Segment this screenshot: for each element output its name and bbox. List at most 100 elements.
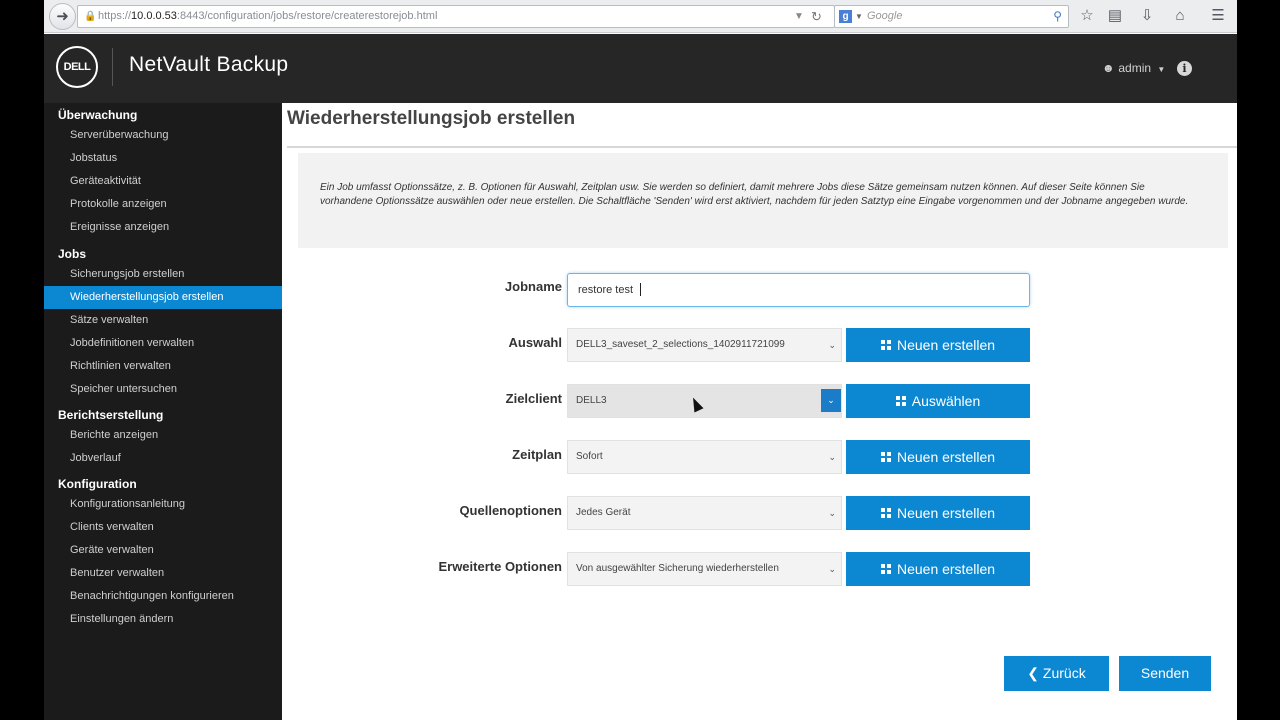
chevron-down-icon: ⌄: [828, 452, 836, 462]
sidebar-item-jobverlauf[interactable]: Jobverlauf: [44, 447, 282, 470]
title-divider: [287, 146, 1237, 148]
sidebar-item-einstellungen[interactable]: Einstellungen ändern: [44, 608, 282, 631]
app-header: DELL NetVault Backup ☻ admin ▼ i: [44, 34, 1237, 103]
grid-icon: [880, 340, 891, 351]
quellenoptionen-value: Jedes Gerät: [576, 507, 631, 518]
zielclient-value: DELL3: [576, 395, 607, 406]
search-input[interactable]: Google: [867, 6, 902, 27]
quellenoptionen-select[interactable]: Jedes Gerät ⌄: [567, 496, 842, 530]
zeitplan-value: Sofort: [576, 451, 603, 462]
sidebar: Überwachung Serverüberwachung Jobstatus …: [44, 103, 282, 720]
user-menu[interactable]: ☻ admin ▼: [1102, 61, 1165, 75]
grid-icon: [895, 396, 906, 407]
url-dropdown-icon[interactable]: ▼: [794, 5, 804, 28]
chevron-down-icon: ⌄: [828, 564, 836, 574]
button-label: Auswählen: [911, 393, 981, 409]
header-divider: [112, 48, 113, 86]
sidebar-item-ereignisse[interactable]: Ereignisse anzeigen: [44, 216, 282, 239]
auswahl-value: DELL3_saveset_2_selections_1402911721099: [576, 339, 785, 350]
zielclient-select-button[interactable]: Auswählen: [846, 384, 1030, 418]
zielclient-label: Zielclient: [505, 391, 562, 406]
sidebar-item-berichte[interactable]: Berichte anzeigen: [44, 424, 282, 447]
search-bar[interactable]: g ▼ Google ⚲: [834, 5, 1069, 28]
browser-window: ➜ 🔒 https://10.0.0.53:8443/configuration…: [44, 0, 1237, 720]
nav-section-title: Überwachung: [58, 108, 138, 122]
search-engine-icon[interactable]: g: [839, 10, 852, 23]
grid-icon: [880, 508, 891, 519]
sidebar-item-speicher[interactable]: Speicher untersuchen: [44, 378, 282, 401]
grid-icon: [880, 452, 891, 463]
menu-icon[interactable]: ☰: [1207, 5, 1229, 27]
nav-section-title: Konfiguration: [58, 477, 137, 491]
main-content: Wiederherstellungsjob erstellen Ein Job …: [282, 103, 1237, 720]
sidebar-item-geraete[interactable]: Geräte verwalten: [44, 539, 282, 562]
auswahl-create-button[interactable]: Neuen erstellen: [846, 328, 1030, 362]
page-title: Wiederherstellungsjob erstellen: [287, 108, 576, 129]
erweiterte-optionen-label: Erweiterte Optionen: [438, 559, 562, 574]
product-name: NetVault Backup: [129, 53, 289, 76]
lock-icon: 🔒: [84, 11, 97, 22]
zielclient-select[interactable]: DELL3 ⌄: [567, 384, 842, 418]
text-caret: [640, 283, 641, 296]
info-icon[interactable]: i: [1177, 61, 1192, 76]
chevron-down-icon: ⌄: [828, 508, 836, 518]
search-icon[interactable]: ⚲: [1053, 6, 1062, 27]
nav-section-title: Berichtserstellung: [58, 408, 164, 422]
jobname-input[interactable]: [567, 273, 1030, 307]
download-icon[interactable]: ⇩: [1136, 5, 1158, 27]
grid-icon: [880, 564, 891, 575]
button-label: Neuen erstellen: [896, 561, 996, 577]
zeitplan-select[interactable]: Sofort ⌄: [567, 440, 842, 474]
sidebar-item-protokolle[interactable]: Protokolle anzeigen: [44, 193, 282, 216]
url-prefix: https://: [98, 10, 132, 22]
auswahl-label: Auswahl: [508, 335, 562, 350]
sidebar-item-saetze[interactable]: Sätze verwalten: [44, 309, 282, 332]
caret-down-icon: ▼: [1157, 65, 1166, 74]
back-button[interactable]: ❮ Zurück: [1004, 656, 1109, 691]
chevron-left-icon: ❮: [1027, 665, 1043, 681]
chevron-down-icon: ⌄: [828, 340, 836, 350]
quellenoptionen-label: Quellenoptionen: [459, 503, 562, 518]
back-button-label: Zurück: [1042, 665, 1086, 681]
browser-toolbar: ➜ 🔒 https://10.0.0.53:8443/configuration…: [44, 0, 1237, 33]
button-label: Neuen erstellen: [896, 337, 996, 353]
dell-logo: DELL: [56, 46, 98, 88]
sidebar-item-konfigurationsanleitung[interactable]: Konfigurationsanleitung: [44, 493, 282, 516]
reload-icon[interactable]: ↻: [811, 5, 822, 28]
sidebar-item-wiederherstellungsjob[interactable]: Wiederherstellungsjob erstellen: [44, 286, 282, 309]
search-engine-dropdown-icon[interactable]: ▼: [855, 6, 863, 27]
button-label: Neuen erstellen: [896, 449, 996, 465]
info-text: Ein Job umfasst Optionssätze, z. B. Opti…: [320, 182, 1189, 207]
home-icon[interactable]: ⌂: [1169, 5, 1191, 27]
sidebar-item-clients[interactable]: Clients verwalten: [44, 516, 282, 539]
back-icon[interactable]: ➜: [49, 3, 76, 30]
url-bar[interactable]: 🔒 https://10.0.0.53:8443/configuration/j…: [77, 5, 835, 28]
button-label: Neuen erstellen: [896, 505, 996, 521]
sidebar-item-jobdefinitionen[interactable]: Jobdefinitionen verwalten: [44, 332, 282, 355]
star-icon[interactable]: ☆: [1076, 5, 1098, 27]
jobname-label: Jobname: [504, 279, 562, 294]
sidebar-item-jobstatus[interactable]: Jobstatus: [44, 147, 282, 170]
user-name: admin: [1118, 61, 1152, 75]
sidebar-item-richtlinien[interactable]: Richtlinien verwalten: [44, 355, 282, 378]
sidebar-item-sicherungsjob[interactable]: Sicherungsjob erstellen: [44, 263, 282, 286]
submit-button[interactable]: Senden: [1119, 656, 1211, 691]
nav-section-title: Jobs: [58, 247, 87, 261]
erweiterte-optionen-create-button[interactable]: Neuen erstellen: [846, 552, 1030, 586]
url-path: :8443/configuration/jobs/restore/creater…: [176, 10, 438, 22]
zeitplan-label: Zeitplan: [512, 447, 562, 462]
info-panel: Ein Job umfasst Optionssätze, z. B. Opti…: [298, 153, 1228, 248]
erweiterte-optionen-select[interactable]: Von ausgewählter Sicherung wiederherstel…: [567, 552, 842, 586]
bookmarks-icon[interactable]: ▤: [1104, 5, 1126, 27]
chevron-down-icon[interactable]: ⌄: [821, 389, 841, 412]
user-icon: ☻: [1102, 61, 1115, 75]
zeitplan-create-button[interactable]: Neuen erstellen: [846, 440, 1030, 474]
sidebar-item-geraeteaktivitaet[interactable]: Geräteaktivität: [44, 170, 282, 193]
auswahl-select[interactable]: DELL3_saveset_2_selections_1402911721099…: [567, 328, 842, 362]
erweiterte-optionen-value: Von ausgewählter Sicherung wiederherstel…: [576, 563, 779, 574]
url-host: 10.0.0.53: [131, 10, 177, 22]
quellenoptionen-create-button[interactable]: Neuen erstellen: [846, 496, 1030, 530]
sidebar-item-benutzer[interactable]: Benutzer verwalten: [44, 562, 282, 585]
sidebar-item-benachrichtigungen[interactable]: Benachrichtigungen konfigurieren: [44, 585, 282, 608]
sidebar-item-serverueberwachung[interactable]: Serverüberwachung: [44, 124, 282, 147]
